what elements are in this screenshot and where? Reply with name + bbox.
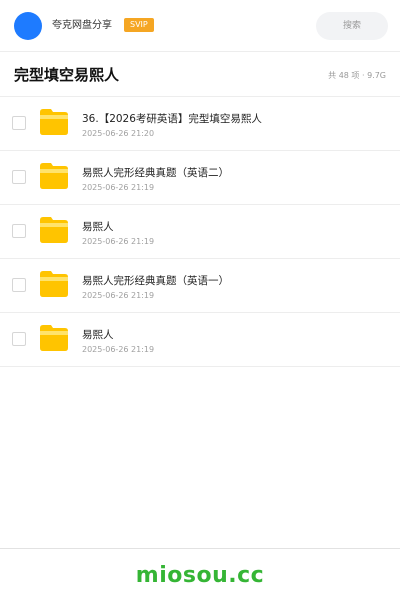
row-checkbox[interactable]	[12, 224, 26, 238]
list-item[interactable]: 易熙人 2025-06-26 21:19	[0, 313, 400, 367]
list-item[interactable]: 易熙人 2025-06-26 21:19	[0, 205, 400, 259]
folder-icon	[40, 163, 68, 189]
page-title: 完型填空易熙人	[14, 66, 120, 84]
footer: miosou.cc	[0, 548, 400, 600]
file-name: 易熙人	[82, 221, 114, 233]
avatar[interactable]	[14, 12, 42, 40]
file-name: 易熙人完形经典真题（英语一）	[82, 275, 229, 287]
list-item[interactable]: 易熙人完形经典真题（英语一） 2025-06-26 21:19	[0, 259, 400, 313]
folder-icon	[40, 271, 68, 297]
file-name: 易熙人完形经典真题（英语二）	[82, 167, 229, 179]
app-name: 夸克网盘分享	[52, 20, 112, 31]
folder-icon	[40, 325, 68, 351]
file-list: 36.【2026考研英语】完型填空易熙人 2025-06-26 21:20 易熙…	[0, 97, 400, 367]
title-bar: 完型填空易熙人 共 48 项 · 9.7G	[0, 53, 400, 97]
list-item[interactable]: 易熙人完形经典真题（英语二） 2025-06-26 21:19	[0, 151, 400, 205]
top-header: 夸克网盘分享 SVIP 搜索	[0, 0, 400, 52]
file-name: 易熙人	[82, 329, 114, 341]
share-summary: 共 48 项 · 9.7G	[328, 71, 386, 80]
row-checkbox[interactable]	[12, 116, 26, 130]
row-checkbox[interactable]	[12, 332, 26, 346]
search-button[interactable]: 搜索	[316, 12, 388, 40]
file-date: 2025-06-26 21:20	[82, 129, 155, 138]
row-checkbox[interactable]	[12, 170, 26, 184]
file-date: 2025-06-26 21:19	[82, 183, 155, 192]
file-date: 2025-06-26 21:19	[82, 291, 155, 300]
folder-icon	[40, 217, 68, 243]
file-date: 2025-06-26 21:19	[82, 237, 155, 246]
folder-icon	[40, 109, 68, 135]
site-brand[interactable]: miosou.cc	[136, 563, 264, 589]
file-date: 2025-06-26 21:19	[82, 345, 155, 354]
file-name: 36.【2026考研英语】完型填空易熙人	[82, 113, 262, 125]
svip-badge: SVIP	[124, 18, 154, 32]
row-checkbox[interactable]	[12, 278, 26, 292]
list-item[interactable]: 36.【2026考研英语】完型填空易熙人 2025-06-26 21:20	[0, 97, 400, 151]
